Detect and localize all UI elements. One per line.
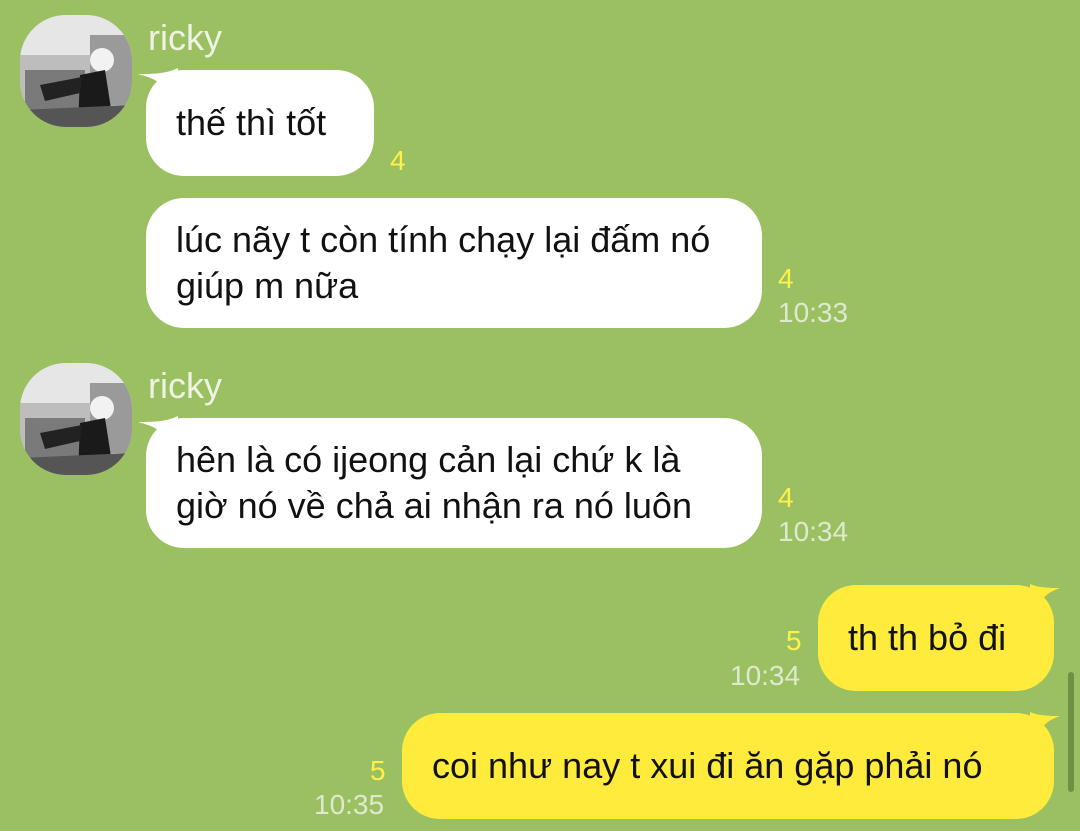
message-bubble-outgoing[interactable]: th th bỏ đi [818, 585, 1054, 691]
outgoing-bubble-tail [1030, 584, 1060, 608]
message-bubble-incoming[interactable]: thế thì tốt [146, 70, 374, 176]
sender-name: ricky [148, 365, 222, 406]
sender-avatar[interactable] [20, 363, 132, 475]
message-text: hên là có ijeong cản lại chứ k là giờ nó… [176, 439, 692, 526]
message-text: th th bỏ đi [848, 617, 1007, 658]
read-count: 4 [778, 263, 794, 294]
message-text: lúc nãy t còn tính chạy lại đấm nó giúp … [176, 219, 711, 306]
message-text: coi như nay t xui đi ăn gặp phải nó [432, 745, 983, 786]
message-bubble-incoming[interactable]: lúc nãy t còn tính chạy lại đấm nó giúp … [146, 198, 762, 328]
message-timestamp: 10:33 [778, 297, 849, 328]
message-timestamp: 10:34 [730, 660, 801, 691]
sender-name: ricky [148, 17, 222, 58]
chat-scrollbar[interactable] [1068, 672, 1074, 792]
message-bubble-outgoing[interactable]: coi như nay t xui đi ăn gặp phải nó [402, 713, 1054, 819]
message-text: thế thì tốt [176, 102, 327, 143]
avatar-photo-icon [20, 15, 132, 127]
avatar-photo-icon [20, 363, 132, 475]
message-timestamp: 10:34 [778, 516, 849, 547]
outgoing-bubble-tail [1030, 712, 1060, 736]
sender-avatar[interactable] [20, 15, 132, 127]
message-bubble-incoming[interactable]: hên là có ijeong cản lại chứ k là giờ nó… [146, 418, 762, 548]
read-count: 4 [778, 482, 794, 513]
message-timestamp: 10:35 [314, 789, 385, 820]
read-count: 5 [370, 755, 386, 786]
read-count: 4 [390, 145, 406, 176]
read-count: 5 [786, 625, 802, 656]
